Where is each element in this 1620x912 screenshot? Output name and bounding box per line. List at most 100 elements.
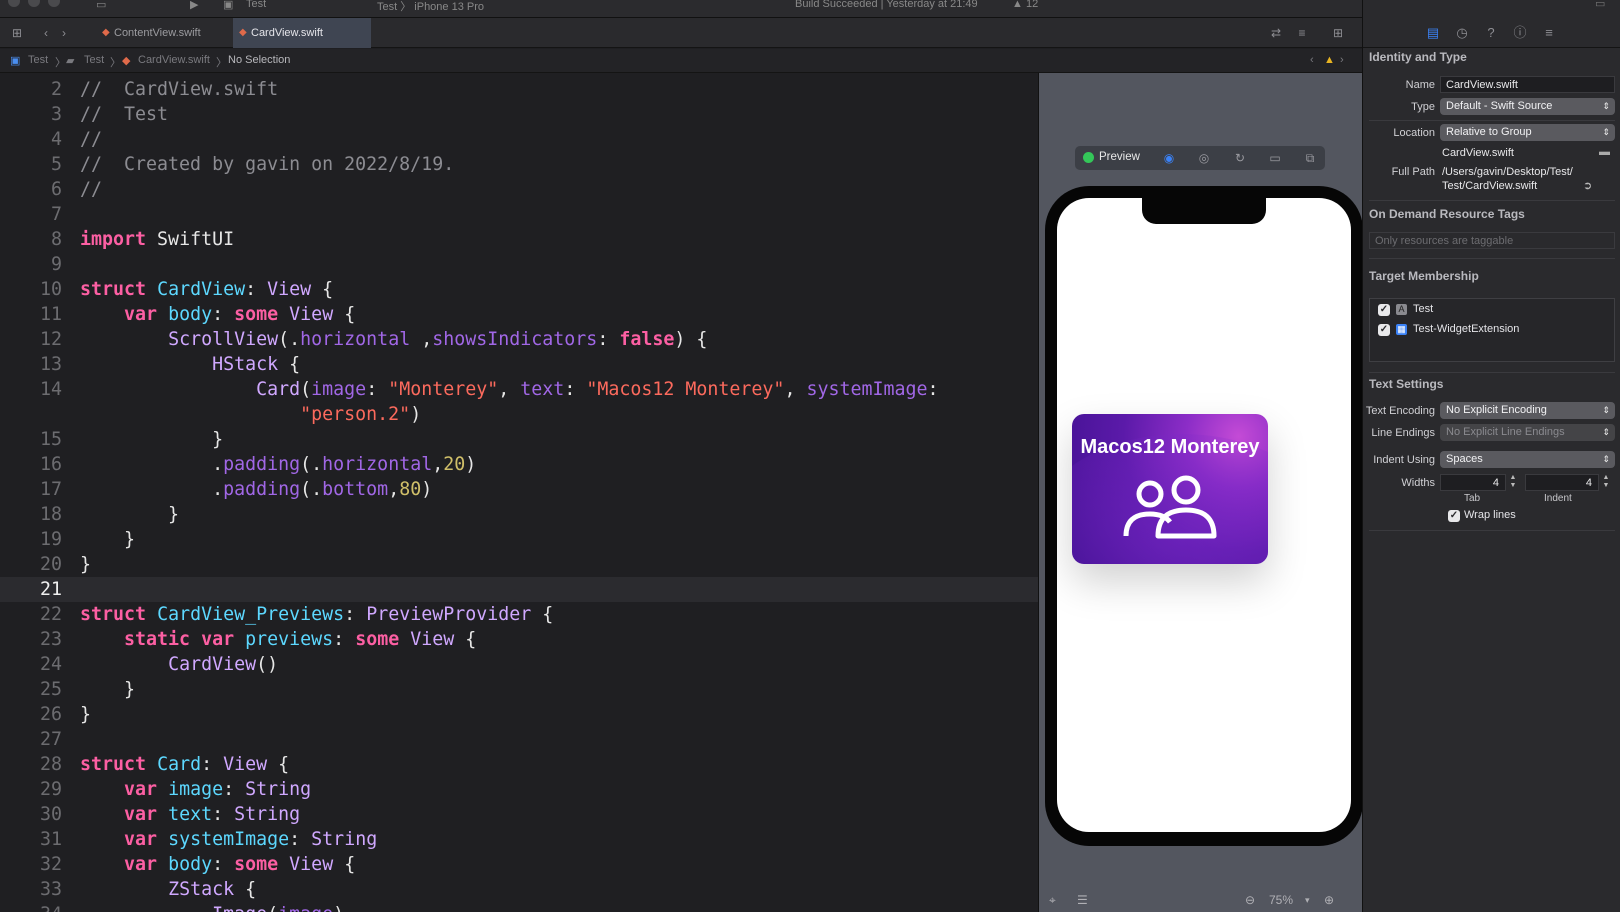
warning-icon[interactable]: ▲ (1324, 54, 1335, 66)
indent-using-popup[interactable]: Spaces ⇕ (1440, 451, 1615, 468)
sidebar-toggle-icon[interactable]: ▭ (96, 0, 106, 11)
code-text[interactable]: // Test (80, 102, 168, 127)
code-text[interactable]: var systemImage: String (80, 827, 377, 852)
breadcrumb-selection[interactable]: No Selection (228, 54, 290, 66)
warning-icon[interactable]: ▲ (1012, 0, 1023, 10)
code-text[interactable]: } (80, 552, 91, 577)
code-text[interactable]: var image: String (80, 777, 311, 802)
forward-icon[interactable]: › (56, 25, 72, 41)
next-issue-icon[interactable]: › (1340, 54, 1344, 66)
code-line[interactable]: 34 Image(image) (0, 902, 1038, 912)
type-popup[interactable]: Default - Swift Source ⇕ (1440, 98, 1615, 115)
code-line[interactable]: 6 // (0, 177, 1038, 202)
file-inspector-icon[interactable]: ▤ (1425, 25, 1441, 41)
code-text[interactable]: } (80, 527, 135, 552)
target-widget-checkbox[interactable]: ✓ (1378, 324, 1390, 336)
code-line[interactable]: 23 static var previews: some View { (0, 627, 1038, 652)
code-line[interactable]: 8 import SwiftUI (0, 227, 1038, 252)
source-editor[interactable]: 2 // CardView.swift 3 // Test 4 // 5 // Created… (0, 73, 1038, 912)
attributes-icon[interactable]: ≡ (1541, 25, 1557, 41)
code-line[interactable]: 11 var body: some View { (0, 302, 1038, 327)
code-line[interactable]: 3 // Test (0, 102, 1038, 127)
zoom-in-icon[interactable]: ⊕ (1324, 893, 1334, 907)
code-text[interactable]: Card(image: "Monterey", text: "Macos12 M… (80, 377, 938, 402)
code-line[interactable]: 9 (0, 252, 1038, 277)
code-line[interactable]: 5 // Created by gavin on 2022/8/19. (0, 152, 1038, 177)
code-text[interactable]: struct CardView: View { (80, 277, 333, 302)
code-text[interactable]: var text: String (80, 802, 300, 827)
code-line[interactable]: 16 .padding(.horizontal,20) (0, 452, 1038, 477)
code-text[interactable]: ScrollView(.horizontal ,showsIndicators:… (80, 327, 707, 352)
inspector-toggle-icon[interactable]: ▭ (1595, 0, 1605, 10)
code-text[interactable]: .padding(.horizontal,20) (80, 452, 476, 477)
duplicate-preview-icon[interactable]: ⧉ (1302, 150, 1318, 166)
code-text[interactable]: HStack { (80, 352, 300, 377)
code-line[interactable]: 15 } (0, 427, 1038, 452)
code-line[interactable]: 27 (0, 727, 1038, 752)
code-line[interactable]: 32 var body: some View { (0, 852, 1038, 877)
pin-icon[interactable]: ⌖ (1049, 893, 1056, 908)
code-line[interactable]: 18 } (0, 502, 1038, 527)
code-line[interactable]: 24 CardView() (0, 652, 1038, 677)
indent-width-stepper[interactable]: ▲ ▼ (1601, 474, 1611, 491)
code-text[interactable]: // CardView.swift (80, 77, 278, 102)
grid-icon[interactable]: ⊞ (9, 25, 25, 41)
accessibility-icon[interactable]: ⓘ (1512, 25, 1528, 41)
code-line[interactable]: 30 var text: String (0, 802, 1038, 827)
code-line[interactable]: 13 HStack { (0, 352, 1038, 377)
code-text[interactable]: var body: some View { (80, 852, 355, 877)
code-line[interactable]: 12 ScrollView(.horizontal ,showsIndicato… (0, 327, 1038, 352)
code-line[interactable]: 28 struct Card: View { (0, 752, 1038, 777)
refresh-icon[interactable]: ⇄ (1268, 25, 1284, 41)
breadcrumb-project[interactable]: Test (28, 54, 48, 66)
code-text[interactable]: } (80, 702, 91, 727)
name-field[interactable]: CardView.swift (1440, 76, 1615, 93)
code-line[interactable]: 25 } (0, 677, 1038, 702)
code-line[interactable]: 29 var image: String (0, 777, 1038, 802)
code-line[interactable]: 31 var systemImage: String (0, 827, 1038, 852)
device-settings-icon[interactable]: ▭ (1267, 150, 1283, 166)
code-line[interactable]: 7 (0, 202, 1038, 227)
rotate-icon[interactable]: ↻ (1232, 150, 1248, 166)
tab-width-stepper[interactable]: ▲ ▼ (1508, 474, 1518, 491)
code-line[interactable]: "person.2") (0, 402, 1038, 427)
preview-label[interactable]: Preview (1099, 151, 1140, 163)
code-text[interactable]: // (80, 177, 102, 202)
code-text[interactable]: struct Card: View { (80, 752, 289, 777)
code-text[interactable]: "person.2") (80, 402, 421, 427)
history-inspector-icon[interactable]: ◷ (1454, 25, 1470, 41)
previous-issue-icon[interactable]: ‹ (1310, 54, 1314, 66)
code-line[interactable]: 22 struct CardView_Previews: PreviewProvi… (0, 602, 1038, 627)
wrap-lines-checkbox[interactable]: ✓ (1448, 510, 1460, 522)
code-line[interactable]: 4 // (0, 127, 1038, 152)
minimize-window-button[interactable] (28, 0, 40, 7)
run-button-icon[interactable]: ▶ (190, 0, 198, 11)
code-line[interactable]: 10 struct CardView: View { (0, 277, 1038, 302)
reveal-in-finder-icon[interactable]: ➲ (1583, 179, 1592, 192)
back-icon[interactable]: ‹ (38, 25, 54, 41)
live-preview-icon[interactable]: ◉ (1161, 150, 1177, 166)
quick-help-icon[interactable]: ? (1483, 25, 1499, 41)
breadcrumb-file[interactable]: CardView.swift (138, 54, 210, 66)
encoding-popup[interactable]: No Explicit Encoding ⇕ (1440, 402, 1615, 419)
folder-icon[interactable]: ▬ (1599, 146, 1610, 158)
code-text[interactable]: import SwiftUI (80, 227, 234, 252)
zoom-window-button[interactable] (48, 0, 60, 7)
breadcrumb-group[interactable]: Test (84, 54, 104, 66)
zoom-out-icon[interactable]: ⊖ (1245, 893, 1255, 907)
code-text[interactable]: } (80, 502, 179, 527)
code-text[interactable]: var body: some View { (80, 302, 355, 327)
code-line[interactable]: 14 Card(image: "Monterey", text: "Macos1… (0, 377, 1038, 402)
zoom-level[interactable]: 75% (1269, 893, 1293, 907)
chevron-down-icon[interactable]: ▾ (1305, 895, 1310, 906)
code-text[interactable]: ZStack { (80, 877, 256, 902)
tab-cardview[interactable]: ◆ CardView.swift (233, 18, 371, 48)
code-line[interactable]: 20} (0, 552, 1038, 577)
inspect-icon[interactable]: ◎ (1196, 150, 1212, 166)
card-view[interactable]: Macos12 Monterey (1072, 414, 1268, 564)
code-text[interactable]: .padding(.bottom,80) (80, 477, 432, 502)
line-endings-popup[interactable]: No Explicit Line Endings ⇕ (1440, 424, 1615, 441)
code-line[interactable]: 2 // CardView.swift (0, 77, 1038, 102)
close-window-button[interactable] (8, 0, 20, 7)
tab-width-field[interactable]: 4 (1440, 474, 1506, 491)
